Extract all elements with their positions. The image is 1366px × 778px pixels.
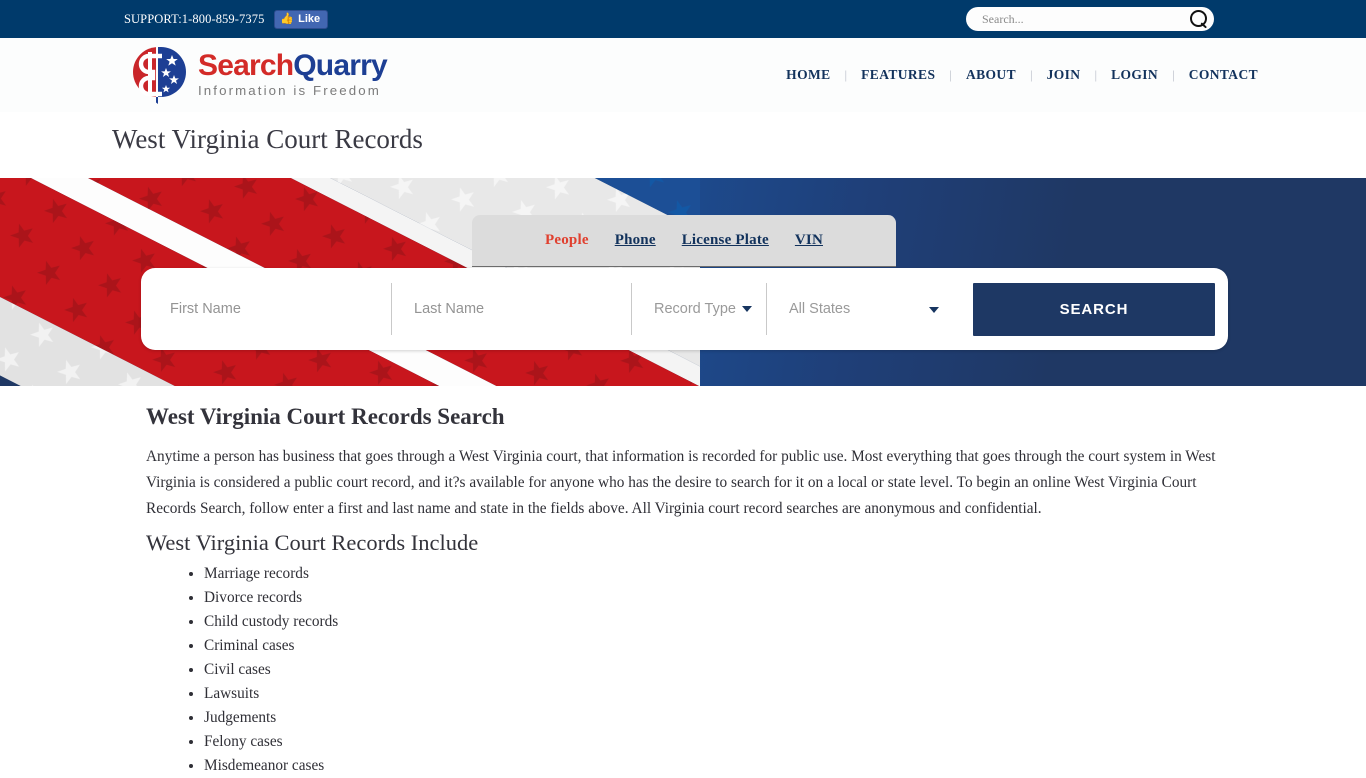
logo-title-search: Search	[198, 48, 294, 82]
tab-license-plate[interactable]: License Plate	[682, 232, 769, 249]
searchquarry-logo-icon	[128, 43, 190, 105]
record-type-label: Record Type	[654, 301, 736, 317]
page-title: West Virginia Court Records	[112, 124, 423, 154]
list-item: Child custody records	[204, 610, 1238, 634]
logo-title-quarry: Quarry	[293, 48, 387, 82]
list-item: Divorce records	[204, 586, 1238, 610]
thumbs-up-icon: 👍	[280, 12, 295, 25]
support-phone: SUPPORT:1-800-859-7375	[124, 11, 265, 26]
main-content: West Virginia Court Records Search Anyti…	[0, 386, 1366, 778]
search-type-tabs: People Phone License Plate VIN	[472, 215, 896, 267]
site-header: SearchQuarry Information is Freedom HOME…	[0, 38, 1366, 112]
site-logo[interactable]: SearchQuarry Information is Freedom	[128, 43, 388, 105]
chevron-down-icon	[741, 306, 752, 312]
list-item: Lawsuits	[204, 682, 1238, 706]
logo-tagline: Information is Freedom	[198, 82, 381, 98]
list-item: Judgements	[204, 706, 1238, 730]
content-heading: West Virginia Court Records Search	[146, 404, 505, 429]
tab-phone[interactable]: Phone	[615, 232, 656, 249]
list-item: Misdemeanor cases	[204, 754, 1238, 778]
first-name-field[interactable]	[148, 283, 392, 335]
content-wrapper: West Virginia Court Records Search Anyti…	[128, 404, 1238, 778]
chevron-down-icon	[929, 307, 939, 313]
record-type-select[interactable]: Record Type	[632, 283, 767, 335]
state-select[interactable]: All States	[767, 283, 957, 335]
records-list: Marriage records Divorce records Child c…	[146, 562, 1238, 778]
nav-item-about[interactable]: ABOUT	[952, 67, 1030, 83]
nav-item-features[interactable]: FEATURES	[847, 67, 949, 83]
main-navigation: HOME | FEATURES | ABOUT | JOIN | LOGIN |…	[772, 38, 1272, 112]
support-area: SUPPORT:1-800-859-7375 👍 Like	[124, 0, 329, 38]
site-search-box[interactable]	[966, 7, 1214, 31]
nav-item-join[interactable]: JOIN	[1033, 67, 1095, 83]
page-title-bar: West Virginia Court Records	[0, 112, 1366, 178]
tab-people[interactable]: People	[545, 232, 589, 249]
people-search-form: Record Type All States SEARCH	[141, 268, 1228, 350]
nav-item-contact[interactable]: CONTACT	[1175, 67, 1272, 83]
search-icon[interactable]	[1188, 9, 1208, 29]
facebook-like-button[interactable]: 👍 Like	[274, 9, 329, 29]
list-item: Marriage records	[204, 562, 1238, 586]
logo-wordmark: SearchQuarry Information is Freedom	[198, 48, 388, 98]
facebook-like-label: Like	[298, 12, 321, 25]
first-name-input[interactable]	[148, 301, 391, 317]
list-item: Felony cases	[204, 730, 1238, 754]
top-utility-bar: SUPPORT:1-800-859-7375 👍 Like	[0, 0, 1366, 38]
last-name-input[interactable]	[392, 301, 631, 317]
state-label: All States	[789, 301, 851, 317]
list-item: Criminal cases	[204, 634, 1238, 658]
nav-item-home[interactable]: HOME	[772, 67, 844, 83]
tab-vin[interactable]: VIN	[795, 232, 823, 249]
site-search-input[interactable]	[980, 10, 1188, 28]
logo-title: SearchQuarry	[198, 48, 388, 82]
content-paragraph: Anytime a person has business that goes …	[146, 448, 1216, 517]
list-item: Civil cases	[204, 658, 1238, 682]
content-subheading: West Virginia Court Records Include	[146, 530, 479, 555]
nav-item-login[interactable]: LOGIN	[1097, 67, 1172, 83]
last-name-field[interactable]	[392, 283, 632, 335]
search-button[interactable]: SEARCH	[973, 282, 1215, 336]
